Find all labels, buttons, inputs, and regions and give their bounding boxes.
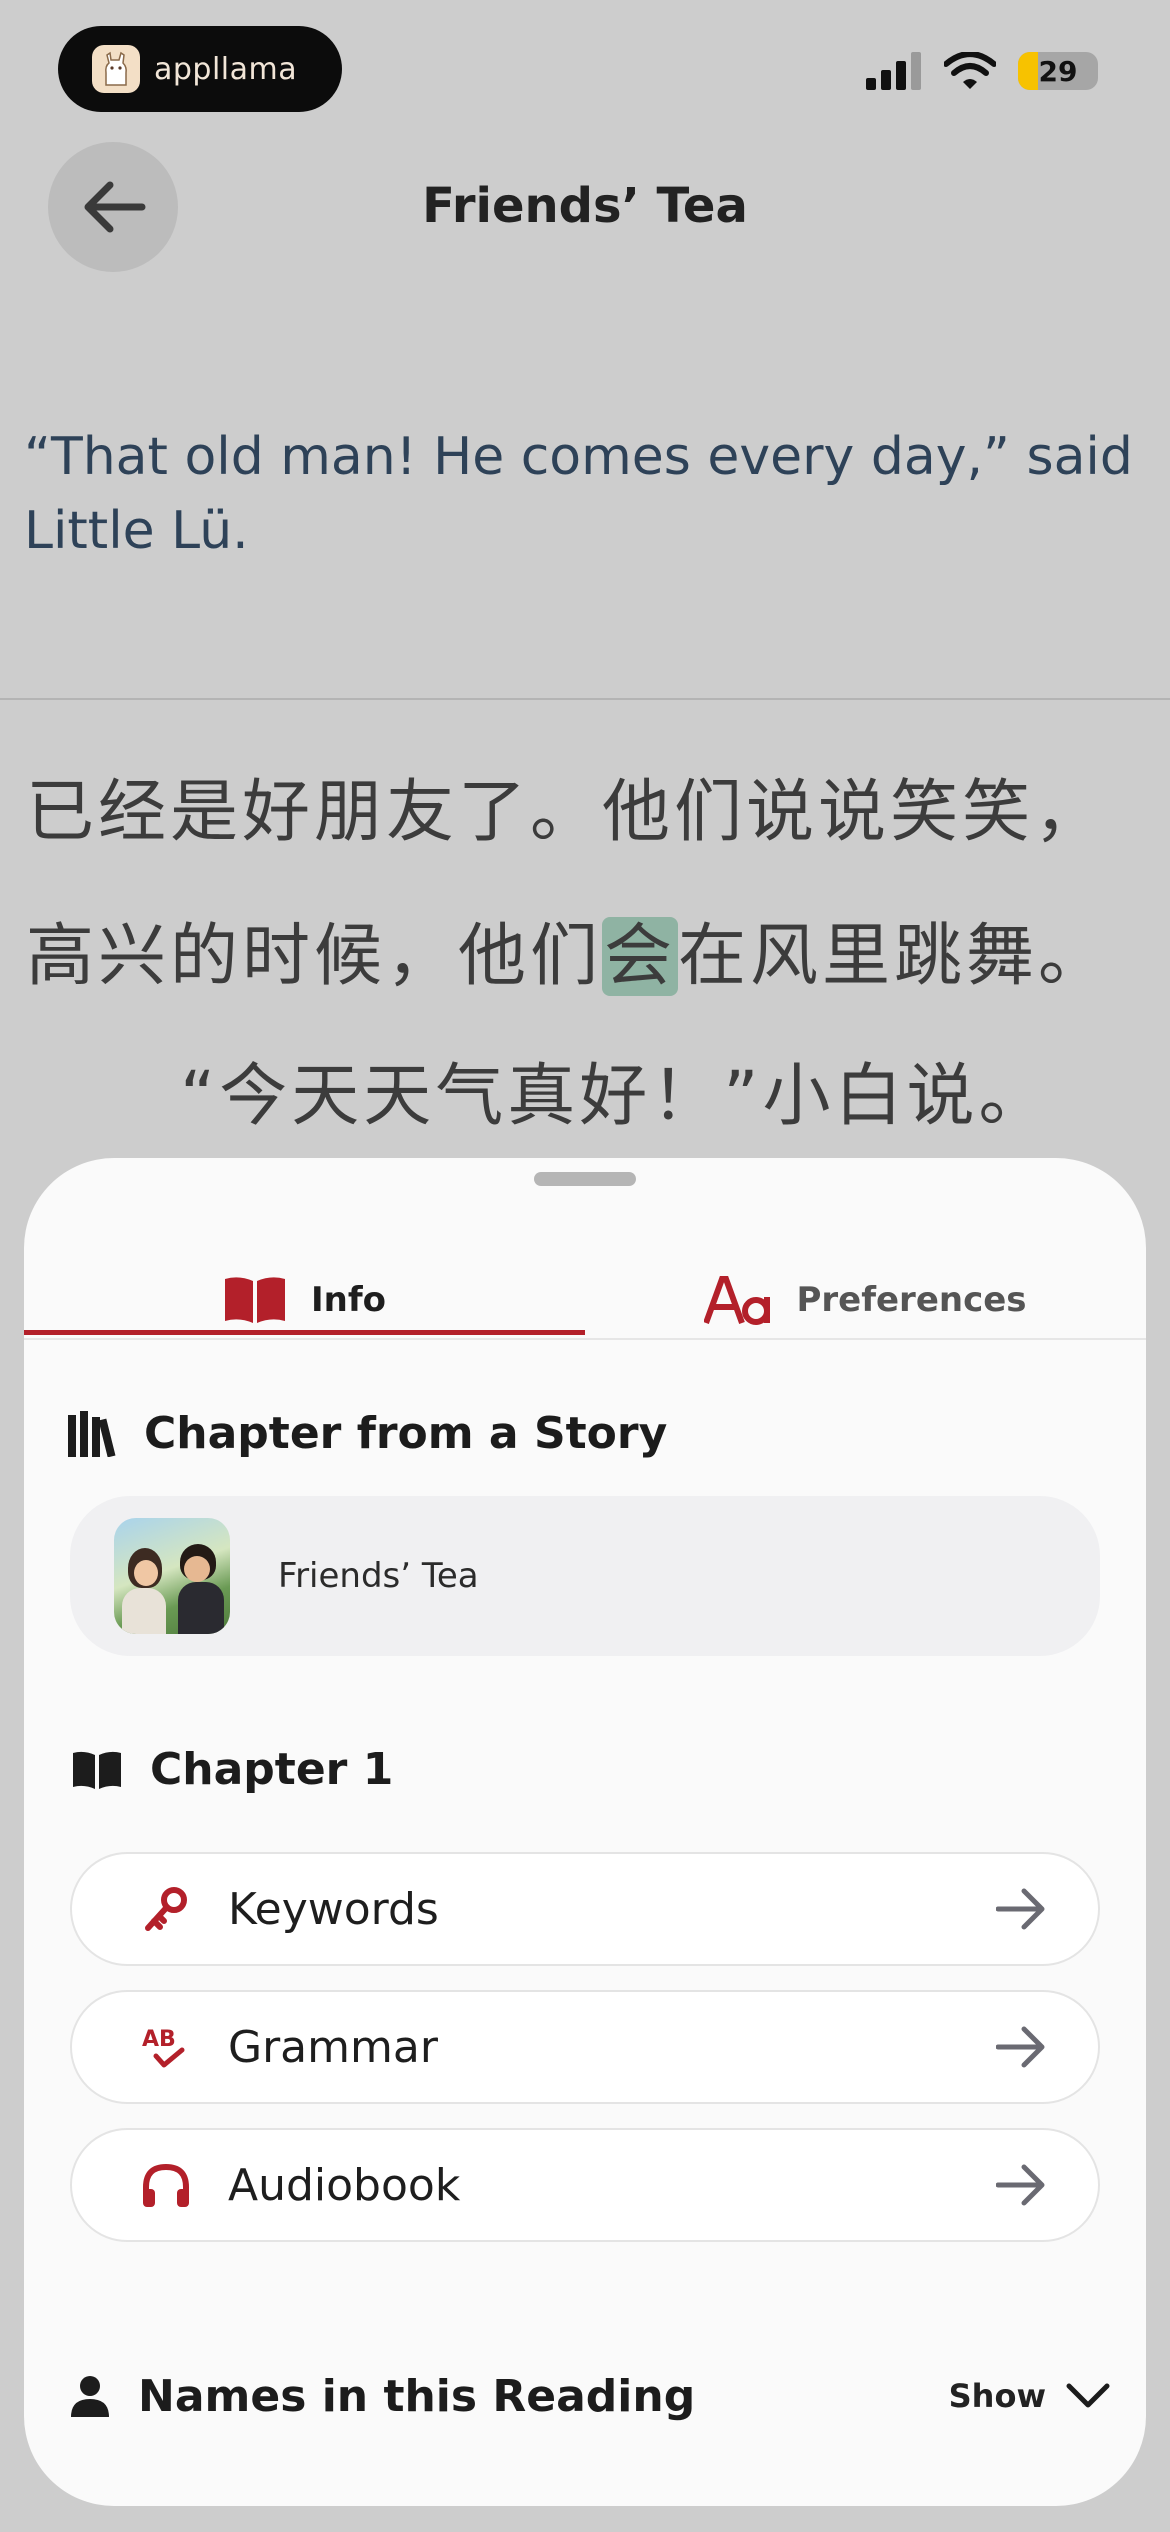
grammar-button[interactable]: AB Grammar bbox=[70, 1990, 1100, 2104]
names-section-header[interactable]: Names in this Reading Show bbox=[70, 2356, 1110, 2436]
sheet-drag-handle[interactable] bbox=[534, 1172, 636, 1186]
chevron-down-icon[interactable] bbox=[1066, 2382, 1110, 2410]
chinese-text[interactable]: 已经是好朋友了。他们说说笑笑， bbox=[26, 773, 1106, 852]
names-section-title: Names in this Reading bbox=[138, 2370, 696, 2422]
page-title: Friends’ Tea bbox=[422, 178, 748, 234]
chapter-section-title: Chapter 1 bbox=[150, 1744, 394, 1795]
tab-divider bbox=[24, 1338, 1146, 1340]
book-open-icon bbox=[224, 1277, 285, 1323]
bottom-sheet: Info Preferences Chapter from a Story Fr… bbox=[24, 1158, 1146, 2506]
chapter-section-heading: Chapter 1 bbox=[72, 1744, 393, 1795]
battery-indicator: 29 bbox=[1018, 52, 1098, 90]
arrow-right-icon bbox=[996, 2164, 1045, 2206]
library-icon bbox=[68, 1410, 116, 1457]
svg-text:AB: AB bbox=[142, 2027, 176, 2052]
chinese-text[interactable]: 在风里跳舞。 bbox=[678, 917, 1110, 996]
names-section-heading: Names in this Reading bbox=[70, 2371, 949, 2422]
story-section-heading: Chapter from a Story bbox=[68, 1408, 667, 1459]
wifi-icon bbox=[944, 52, 996, 89]
spellcheck-icon: AB bbox=[142, 2027, 185, 2068]
battery-level: 29 bbox=[1038, 54, 1078, 88]
chinese-line-2: 高兴的时候，他们会在风里跳舞。 bbox=[26, 900, 1156, 999]
headphones-icon bbox=[143, 2163, 189, 2207]
font-aa-icon bbox=[704, 1276, 771, 1325]
arrow-right-icon bbox=[996, 1888, 1045, 1930]
tab-info-label: Info bbox=[310, 1280, 386, 1320]
chinese-text[interactable]: 高兴的时候，他们 bbox=[26, 917, 602, 996]
app-badge[interactable]: appllama bbox=[58, 26, 342, 112]
keywords-label: Keywords bbox=[228, 1883, 439, 1935]
story-title: Friends’ Tea bbox=[278, 1556, 479, 1596]
show-names-toggle[interactable]: Show bbox=[949, 2377, 1046, 2415]
person-icon bbox=[71, 2376, 109, 2417]
story-section-title: Chapter from a Story bbox=[144, 1408, 668, 1459]
keywords-button[interactable]: Keywords bbox=[70, 1852, 1100, 1966]
grammar-label: Grammar bbox=[228, 2021, 438, 2073]
translation-text: “That old man! He comes every day,” said… bbox=[24, 427, 1133, 561]
tab-preferences-label: Preferences bbox=[796, 1280, 1027, 1320]
story-cover-image bbox=[114, 1518, 230, 1634]
highlighted-word[interactable]: 会 bbox=[602, 917, 679, 996]
tab-info[interactable]: Info bbox=[24, 1240, 585, 1360]
chinese-line-3: “今天天气真好！”小白说。 bbox=[180, 1040, 1170, 1139]
chinese-line-1: 已经是好朋友了。他们说说笑笑， bbox=[26, 756, 1156, 855]
story-card[interactable]: Friends’ Tea bbox=[70, 1496, 1100, 1656]
key-icon bbox=[145, 1887, 187, 1931]
app-badge-label: appllama bbox=[154, 51, 298, 87]
tab-preferences[interactable]: Preferences bbox=[585, 1240, 1146, 1360]
active-tab-indicator bbox=[24, 1330, 585, 1335]
divider bbox=[0, 698, 1170, 700]
cellular-signal-icon bbox=[866, 52, 921, 90]
arrow-right-icon bbox=[996, 2026, 1045, 2068]
status-indicators: 29 bbox=[866, 52, 1098, 90]
llama-logo-icon bbox=[92, 45, 140, 93]
audiobook-button[interactable]: Audiobook bbox=[70, 2128, 1100, 2242]
audiobook-label: Audiobook bbox=[228, 2159, 461, 2211]
chinese-text[interactable]: “今天天气真好！”小白说。 bbox=[180, 1057, 1050, 1136]
book-icon bbox=[73, 1751, 121, 1789]
